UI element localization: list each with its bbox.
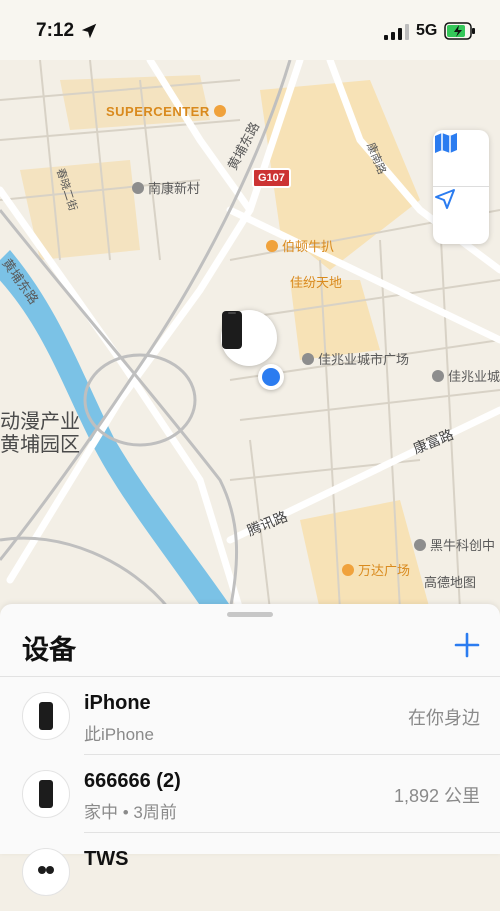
status-time: 7:12 [36,20,75,41]
sheet-grabber[interactable] [227,612,273,617]
map-label-supercenter: SUPERCENTER [106,104,230,119]
network-type: 5G [416,22,438,39]
shopping-icon [213,105,226,117]
device-name: TWS [84,848,129,870]
highway-shield-g107: G107 [252,168,291,188]
map-label-jiazhaoye-plaza: 佳兆业城市广场 [302,349,409,368]
user-location-dot [258,364,284,390]
divider [0,676,500,677]
locate-me-button[interactable] [433,187,489,243]
place-icon [432,370,444,382]
iphone-icon [39,780,53,808]
place-icon [414,539,426,551]
device-avatar [22,770,70,818]
map-label-jiazhaoye-right: 佳兆业城 [432,366,500,385]
location-arrow-icon [81,23,97,39]
place-icon [302,353,314,365]
device-status: 1,892 公里 [393,786,480,806]
map-label-heiniu: 黑牛科创中 [414,535,495,554]
place-icon [132,182,144,194]
device-avatar [22,848,70,896]
cellular-signal-icon [384,24,409,40]
map-type-button[interactable] [433,130,489,187]
device-row-666666[interactable]: 666666 (2) 家中 • 3周前 1,892 公里 [0,756,500,833]
device-name: iPhone [84,692,151,714]
device-map-pin[interactable] [221,310,277,366]
divider [84,754,500,755]
map-view[interactable]: SUPERCENTER G107 黄埔东路 黄埔东路 南康新村 春晓二街 康南路… [0,60,500,610]
battery-charging-icon [444,22,475,40]
device-status: 在你身边 [408,708,480,728]
map-label-jiafen: 佳纷天地 [290,275,343,290]
device-row-tws[interactable]: TWS [0,834,500,911]
map-icon [435,133,457,153]
earbuds-icon [38,866,54,874]
devices-sheet: 设备 iPhone 此iPhone 在你身边 666666 (2) 家中 • 3… [0,604,500,896]
device-subtitle: 此iPhone [84,725,154,744]
status-bar: 7:12 5G [0,0,500,60]
device-name: 666666 (2) [84,770,181,792]
divider [84,832,500,833]
shopping-icon [342,564,354,576]
map-attribution-amap: 高德地图 [424,575,477,590]
map-controls [433,130,489,244]
map-label-wanda-plaza: 万达广场 [342,560,410,579]
add-device-button[interactable] [452,630,482,660]
map-label-bodun-steak: 伯顿牛扒 [266,236,334,255]
map-label-nankang-village: 南康新村 [132,178,200,197]
location-arrow-outline-icon [435,189,455,209]
iphone-icon [222,311,242,349]
map-label-huangpu-park: 黄埔园区 [0,434,80,456]
device-row-iphone[interactable]: iPhone 此iPhone 在你身边 [0,678,500,755]
sheet-title: 设备 [22,635,76,665]
restaurant-icon [266,240,278,252]
device-subtitle: 家中 • 3周前 [84,803,177,822]
iphone-icon [39,702,53,730]
device-avatar [22,692,70,740]
